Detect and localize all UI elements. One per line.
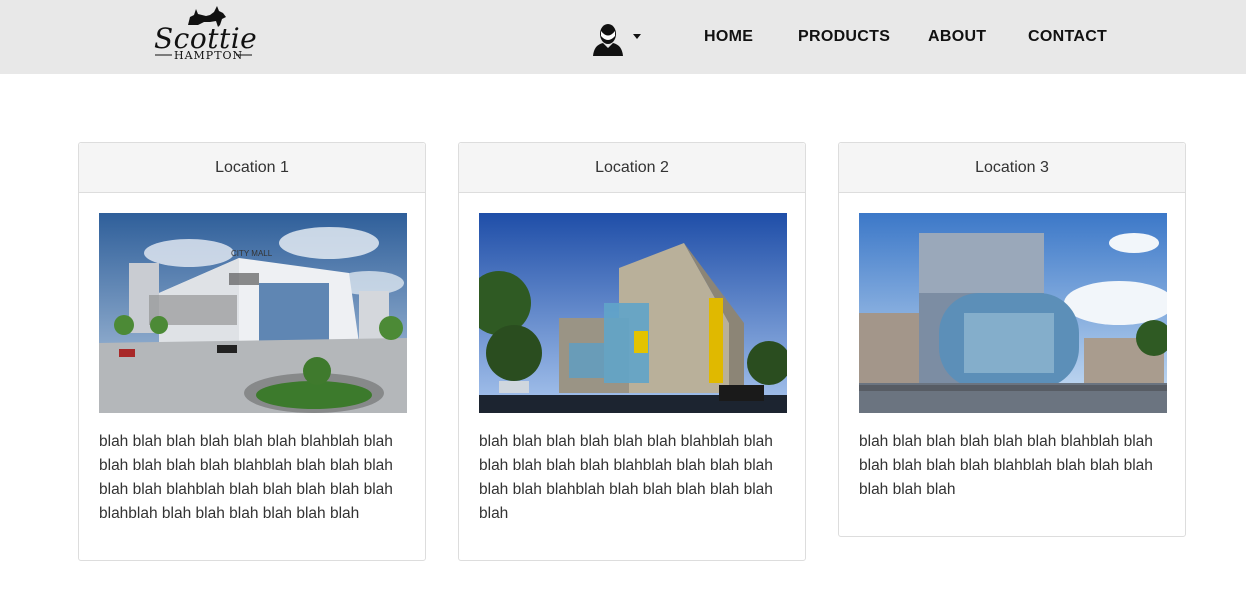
nav-products[interactable]: PRODUCTS — [798, 28, 890, 46]
nav-contact[interactable]: CONTACT — [1028, 28, 1107, 46]
card-title: Location 1 — [79, 143, 425, 193]
user-avatar-icon — [593, 24, 623, 56]
location-card-3: Location 3 blah blah blah blah blah blah… — [838, 142, 1186, 537]
location-3-image — [859, 213, 1167, 413]
user-menu-dropdown[interactable] — [590, 22, 642, 56]
location-1-image: CITY MALL — [99, 213, 407, 413]
location-card-1: Location 1 CITY MALL blah blah blah blah… — [78, 142, 426, 561]
location-card-2: Location 2 blah blah blah blah blah blah… — [458, 142, 806, 561]
location-description: blah blah blah blah blah blah blahblah b… — [99, 433, 393, 522]
location-description: blah blah blah blah blah blah blahblah b… — [479, 433, 773, 522]
city-mall-sign: CITY MALL — [231, 249, 273, 258]
nav-home[interactable]: HOME — [704, 28, 753, 46]
card-title: Location 2 — [459, 143, 805, 193]
location-description: blah blah blah blah blah blah blahblah b… — [859, 433, 1153, 498]
brand-subtitle: HAMPTON — [174, 49, 244, 62]
chevron-down-icon — [633, 34, 641, 39]
card-title: Location 3 — [839, 143, 1185, 193]
location-2-image — [479, 213, 787, 413]
nav-about[interactable]: ABOUT — [928, 28, 986, 46]
navbar: Scottie HAMPTON HOME PRODUCTS ABOUT CONT… — [0, 0, 1246, 74]
brand-logo[interactable]: Scottie HAMPTON — [150, 3, 260, 67]
